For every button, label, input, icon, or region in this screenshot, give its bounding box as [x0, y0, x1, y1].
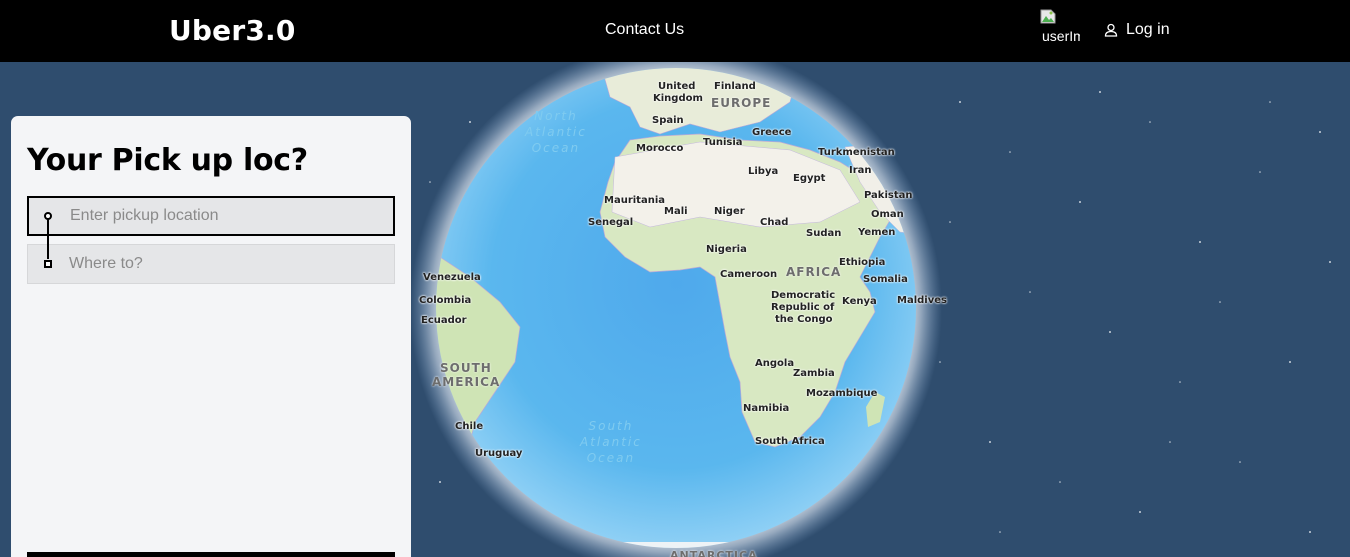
login-label: Log in	[1126, 21, 1170, 38]
login-button[interactable]: Log in	[1104, 21, 1170, 39]
label-drc-1: Democratic	[771, 290, 836, 301]
label-mauritania: Mauritania	[604, 195, 666, 206]
pickup-field[interactable]	[27, 196, 395, 236]
label-iran: Iran	[849, 165, 872, 176]
label-namibia: Namibia	[743, 403, 790, 414]
region-africa: AFRICA	[786, 265, 842, 279]
label-kenya: Kenya	[842, 296, 877, 307]
label-niger: Niger	[714, 206, 745, 217]
label-spain: Spain	[652, 115, 684, 126]
label-zambia: Zambia	[793, 368, 835, 379]
region-europe: EUROPE	[711, 96, 772, 110]
north-atlantic-label: North Atlantic Ocean	[525, 109, 587, 155]
region-south-1: SOUTH	[440, 361, 492, 375]
app-logo[interactable]: Uber3.0	[169, 14, 296, 47]
label-angola: Angola	[755, 358, 795, 369]
label-mozambique: Mozambique	[806, 388, 878, 399]
region-south-2: AMERICA	[432, 375, 501, 389]
confirm-button[interactable]	[27, 552, 395, 557]
label-egypt: Egypt	[793, 173, 826, 184]
label-uk-1: United	[658, 81, 696, 92]
avatar-alt-text: userIm	[1042, 28, 1080, 44]
label-oman: Oman	[871, 209, 904, 220]
route-connector-line	[47, 219, 49, 259]
label-uruguay: Uruguay	[475, 448, 523, 459]
label-greece: Greece	[752, 127, 792, 138]
pickup-panel: Your Pick up loc?	[11, 116, 411, 557]
label-drc-2: Republic of	[771, 302, 835, 313]
broken-image-icon	[1040, 9, 1056, 24]
region-antarctica: ANTARCTICA	[670, 549, 758, 557]
label-tunisia: Tunisia	[703, 137, 743, 148]
south-atlantic-label: South Atlantic Ocean	[580, 419, 642, 465]
label-cameroon: Cameroon	[720, 269, 778, 280]
label-chile: Chile	[455, 421, 484, 432]
label-south-africa: South Africa	[755, 436, 825, 447]
destination-input[interactable]	[69, 255, 394, 273]
label-colombia: Colombia	[419, 295, 472, 306]
label-turkmenistan: Turkmenistan	[818, 147, 895, 158]
label-uk-2: Kingdom	[653, 93, 703, 104]
label-sudan: Sudan	[806, 228, 842, 239]
label-drc-3: the Congo	[775, 314, 833, 325]
pickup-dot-icon	[44, 212, 52, 220]
label-venezuela: Venezuela	[423, 272, 481, 283]
destination-field[interactable]	[27, 244, 395, 284]
contact-us-link[interactable]: Contact Us	[605, 21, 684, 39]
label-libya: Libya	[748, 166, 779, 177]
label-mali: Mali	[664, 206, 688, 217]
label-maldives: Maldives	[897, 295, 947, 306]
label-yemen: Yemen	[858, 227, 896, 238]
label-somalia: Somalia	[863, 274, 908, 285]
user-icon	[1104, 23, 1118, 37]
label-pakistan: Pakistan	[864, 190, 913, 201]
label-finland: Finland	[714, 81, 756, 92]
destination-square-icon	[44, 260, 52, 268]
label-nigeria: Nigeria	[706, 244, 747, 255]
label-ethiopia: Ethiopia	[839, 257, 886, 268]
label-morocco: Morocco	[636, 143, 684, 154]
top-navbar: Uber3.0 Contact Us userIm Log in	[0, 0, 1350, 62]
label-ecuador: Ecuador	[421, 315, 467, 326]
panel-title: Your Pick up loc?	[27, 143, 308, 178]
label-chad: Chad	[760, 217, 789, 228]
user-avatar[interactable]: userIm	[1040, 8, 1080, 44]
label-senegal: Senegal	[588, 217, 634, 228]
pickup-input[interactable]	[70, 207, 393, 225]
